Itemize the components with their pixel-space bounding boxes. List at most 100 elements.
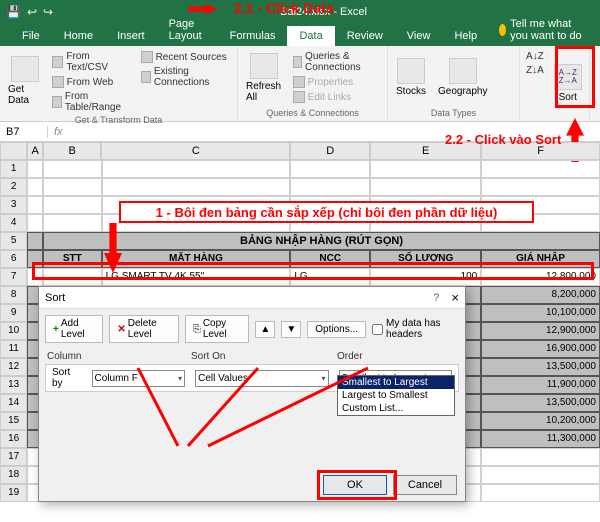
undo-icon[interactable]: ↩ <box>27 5 37 19</box>
options-button[interactable]: Options... <box>307 321 366 338</box>
col-f[interactable]: F <box>481 142 600 160</box>
order-option-custom[interactable]: Custom List... <box>338 402 454 415</box>
copy-level-button[interactable]: ⎘Copy Level <box>185 315 250 343</box>
cell-b[interactable] <box>43 160 102 178</box>
dialog-help-icon[interactable]: ? <box>433 292 439 304</box>
row-header[interactable]: 17 <box>0 448 27 466</box>
cell-f[interactable] <box>481 178 600 196</box>
col-c[interactable]: C <box>101 142 290 160</box>
from-text-csv-button[interactable]: From Text/CSV <box>50 50 135 74</box>
headers-checkbox-label[interactable]: My data has headers <box>372 318 459 340</box>
get-data-button[interactable]: Get Data <box>4 48 46 114</box>
col-a[interactable]: A <box>27 142 43 160</box>
row-header[interactable]: 16 <box>0 430 27 448</box>
refresh-all-button[interactable]: Refresh All <box>242 48 287 107</box>
cell-b[interactable] <box>43 178 102 196</box>
delete-level-button[interactable]: ✕Delete Level <box>109 315 178 343</box>
row-header[interactable]: 3 <box>0 196 27 214</box>
existing-connections-button[interactable]: Existing Connections <box>139 65 233 89</box>
properties-button[interactable]: Properties <box>291 75 383 89</box>
cell-mathang[interactable]: LG SMART TV 4K 55" <box>102 268 291 286</box>
cell-stt[interactable] <box>43 268 102 286</box>
tab-review[interactable]: Review <box>335 26 395 46</box>
cell-f[interactable] <box>481 466 600 484</box>
sort-on-combo[interactable]: Cell Values▾ <box>195 370 328 387</box>
select-all-corner[interactable] <box>0 142 27 160</box>
row-header[interactable]: 7 <box>0 268 27 286</box>
cell-c[interactable] <box>102 160 291 178</box>
ok-button[interactable]: OK <box>323 475 387 495</box>
headers-checkbox[interactable] <box>372 324 383 335</box>
cell-gianhap[interactable]: 16,900,000 <box>481 340 600 358</box>
header-soluong[interactable]: SỐ LƯỢNG <box>370 250 481 268</box>
cell-a7[interactable] <box>27 268 43 286</box>
col-b[interactable]: B <box>43 142 101 160</box>
move-down-button[interactable]: ▼ <box>281 321 301 338</box>
order-option-largest[interactable]: Largest to Smallest <box>338 389 454 402</box>
name-box[interactable]: B7 <box>0 126 48 138</box>
cell-gianhap[interactable]: 10,100,000 <box>481 304 600 322</box>
row-header[interactable]: 18 <box>0 466 27 484</box>
redo-icon[interactable]: ↪ <box>43 5 53 19</box>
row-header[interactable]: 6 <box>0 250 27 268</box>
row-header[interactable]: 1 <box>0 160 27 178</box>
cell-f[interactable] <box>481 160 600 178</box>
row-header[interactable]: 19 <box>0 484 27 502</box>
table-title[interactable]: BẢNG NHẬP HÀNG (RÚT GỌN) <box>43 232 600 250</box>
row-header[interactable]: 14 <box>0 394 27 412</box>
edit-links-button[interactable]: Edit Links <box>291 90 383 104</box>
cell-e[interactable] <box>370 178 481 196</box>
cell-a[interactable] <box>27 196 43 214</box>
tab-formulas[interactable]: Formulas <box>218 26 288 46</box>
add-level-button[interactable]: +Add Level <box>45 315 103 343</box>
row-header[interactable]: 12 <box>0 358 27 376</box>
save-icon[interactable]: 💾 <box>6 5 21 19</box>
cell-ncc[interactable]: LG <box>290 268 370 286</box>
fx-icon[interactable]: fx <box>48 126 69 138</box>
cell-a[interactable] <box>27 214 43 232</box>
cell-gianhap[interactable]: 11,300,000 <box>481 430 600 448</box>
stocks-button[interactable]: Stocks <box>392 48 430 107</box>
col-e[interactable]: E <box>370 142 481 160</box>
row-header[interactable]: 11 <box>0 340 27 358</box>
sort-button[interactable]: A→ZZ→A Sort <box>550 48 586 119</box>
dialog-close-icon[interactable]: × <box>451 290 459 305</box>
cell-f[interactable] <box>481 448 600 466</box>
tab-insert[interactable]: Insert <box>105 26 157 46</box>
col-d[interactable]: D <box>290 142 370 160</box>
tab-page-layout[interactable]: Page Layout <box>157 14 218 46</box>
recent-sources-button[interactable]: Recent Sources <box>139 50 233 64</box>
cell-gianhap[interactable]: 10,200,000 <box>481 412 600 430</box>
sort-za-button[interactable]: Z↓A <box>524 64 546 77</box>
geography-button[interactable]: Geography <box>434 48 491 107</box>
order-option-smallest[interactable]: Smallest to Largest <box>338 376 454 389</box>
tab-help[interactable]: Help <box>442 26 489 46</box>
move-up-button[interactable]: ▲ <box>255 321 275 338</box>
cell-gianhap[interactable]: 11,900,000 <box>481 376 600 394</box>
header-gianhap[interactable]: GIÁ NHẬP <box>481 250 600 268</box>
header-mathang[interactable]: MẶT HÀNG <box>102 250 291 268</box>
cell-f[interactable] <box>481 484 600 502</box>
cell-gianhap[interactable]: 12,800,000 <box>481 268 600 286</box>
cell-gianhap[interactable]: 12,900,000 <box>481 322 600 340</box>
tab-data[interactable]: Data <box>287 26 334 46</box>
from-table-button[interactable]: From Table/Range <box>50 90 135 114</box>
header-stt[interactable]: STT <box>43 250 102 268</box>
sort-az-button[interactable]: A↓Z <box>524 50 546 63</box>
cell-gianhap[interactable]: 13,500,000 <box>481 358 600 376</box>
cell-d[interactable] <box>290 160 370 178</box>
row-header[interactable]: 5 <box>0 232 27 250</box>
cell-d[interactable] <box>290 178 370 196</box>
cell-e[interactable] <box>370 160 481 178</box>
row-header[interactable]: 4 <box>0 214 27 232</box>
row-header[interactable]: 8 <box>0 286 27 304</box>
row-header[interactable]: 9 <box>0 304 27 322</box>
row-header[interactable]: 2 <box>0 178 27 196</box>
cell-a[interactable] <box>27 160 43 178</box>
row-header[interactable]: 13 <box>0 376 27 394</box>
header-ncc[interactable]: NCC <box>290 250 370 268</box>
cell-a[interactable] <box>27 178 43 196</box>
cell-gianhap[interactable]: 8,200,000 <box>481 286 600 304</box>
queries-connections-button[interactable]: Queries & Connections <box>291 50 383 74</box>
row-header[interactable]: 10 <box>0 322 27 340</box>
